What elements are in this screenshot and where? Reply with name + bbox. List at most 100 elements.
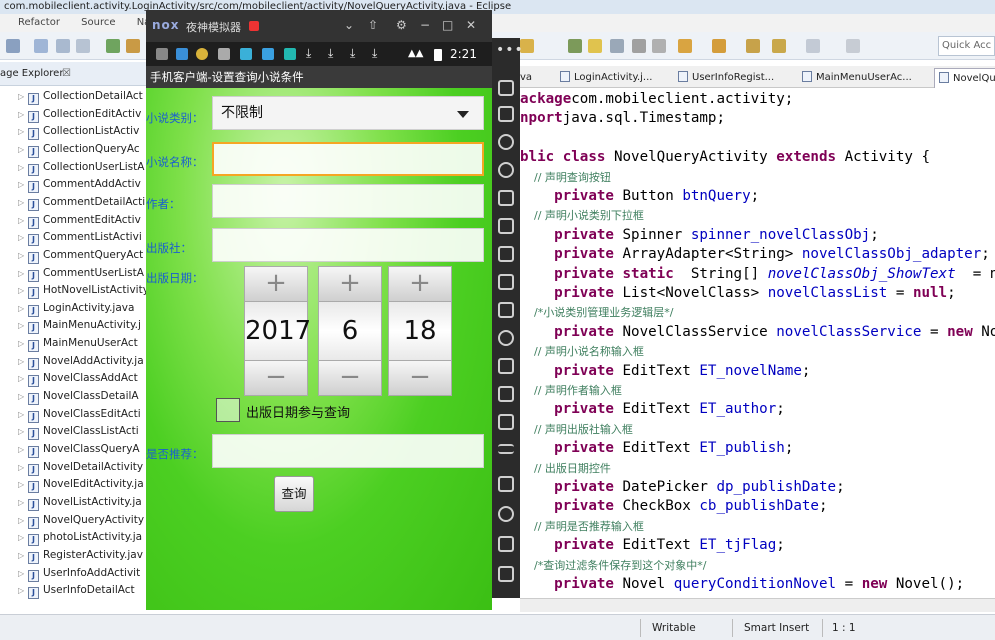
package-tree-item[interactable]: ▷ J CommentListActivi (18, 229, 142, 247)
minimize-icon[interactable]: − (420, 18, 430, 32)
quick-access-input[interactable]: Quick Acc (938, 36, 995, 56)
multi-instance-icon[interactable] (498, 414, 514, 430)
package-tree-item[interactable]: ▷ J NovelClassListActi (18, 423, 139, 441)
volume-up-icon[interactable] (498, 246, 514, 262)
next-annotation-icon[interactable] (712, 39, 726, 53)
expand-icon[interactable]: ▷ (18, 459, 28, 476)
month-picker[interactable]: + 6 − (318, 266, 382, 396)
install-apk-icon[interactable] (498, 302, 514, 318)
block-icon[interactable] (652, 39, 666, 53)
expand-icon[interactable]: ▷ (18, 476, 28, 493)
package-tree-item[interactable]: ▷ J NovelDetailActivity (18, 459, 143, 476)
day-picker[interactable]: + 18 − (388, 266, 452, 396)
editor-tab[interactable]: MainMenuUserAc... (802, 68, 912, 88)
back-icon[interactable] (772, 39, 786, 53)
month-value[interactable]: 6 (318, 302, 382, 360)
package-tree-item[interactable]: ▷ J CollectionEditActiv (18, 106, 141, 123)
screen-icon[interactable] (498, 190, 514, 206)
editor-tab-active[interactable]: NovelQu (934, 68, 995, 88)
package-tree-item[interactable]: ▷ J UserInfoDetailAct (18, 582, 135, 600)
save-all-icon[interactable] (56, 39, 70, 53)
macro-icon[interactable] (498, 358, 514, 374)
package-tree-item[interactable]: ▷ J CollectionDetailAct (18, 88, 143, 105)
expand-icon[interactable]: ▷ (18, 212, 28, 229)
expand-icon[interactable]: ▷ (18, 529, 28, 546)
more-icon[interactable]: ••• (496, 42, 524, 58)
expand-icon[interactable]: ▷ (18, 582, 28, 599)
expand-icon[interactable]: ▷ (18, 300, 28, 317)
package-tree-item[interactable]: ▷ J UserInfoAddActivit (18, 565, 140, 582)
year-increment-button[interactable]: + (244, 266, 308, 302)
run-icon[interactable] (106, 39, 120, 53)
package-tree-item[interactable]: ▷ J CommentAddActiv (18, 176, 141, 194)
expand-icon[interactable]: ▷ (18, 123, 28, 140)
scissors-icon[interactable] (498, 134, 514, 150)
author-input[interactable] (212, 184, 484, 218)
close-icon[interactable]: ✕ (466, 18, 476, 32)
new-icon[interactable] (6, 39, 20, 53)
year-value[interactable]: 2017 (244, 302, 311, 360)
annotation-icon[interactable] (678, 39, 692, 53)
expand-icon[interactable]: ▷ (18, 547, 28, 564)
package-tree-item[interactable]: ▷ J CommentDetailActi (18, 194, 145, 211)
expand-icon[interactable]: ▷ (18, 176, 28, 193)
save-icon[interactable] (34, 39, 48, 53)
expand-icon[interactable]: ▷ (18, 194, 28, 211)
package-tree-item[interactable]: ▷ J NovelClassEditActi (18, 406, 141, 423)
package-tree-item[interactable]: ▷ J LoginActivity.java (18, 300, 134, 317)
debug-icon[interactable] (126, 39, 140, 53)
expand-icon[interactable]: ▷ (18, 282, 28, 299)
controller-icon[interactable] (498, 106, 514, 122)
expand-icon[interactable]: ▷ (18, 441, 28, 458)
package-tree-item[interactable]: ▷ J CollectionListActiv (18, 123, 139, 141)
category-spinner[interactable]: 不限制 (212, 96, 484, 130)
query-button[interactable]: 查询 (274, 476, 314, 512)
package-tree-item[interactable]: ▷ J MainMenuActivity.j (18, 317, 141, 335)
expand-icon[interactable]: ▷ (18, 159, 28, 176)
expand-icon[interactable]: ▷ (18, 353, 28, 370)
expand-icon[interactable]: ▷ (18, 565, 28, 582)
year-picker[interactable]: + 2017 − (244, 266, 311, 396)
expand-icon[interactable]: ▷ (18, 229, 28, 246)
location-icon[interactable] (498, 162, 514, 178)
share-icon[interactable]: ⇧ (368, 18, 378, 32)
code-editor[interactable]: ackagecom.mobileclient.activity; nportjav… (520, 88, 995, 598)
menu-item-source[interactable]: Source (81, 14, 115, 32)
horizontal-scrollbar[interactable] (520, 598, 995, 612)
forward-icon[interactable] (806, 39, 820, 53)
package-tree-item[interactable]: ▷ J CommentUserListA (18, 265, 144, 282)
package-tree-item[interactable]: ▷ J CommentQueryAct (18, 247, 143, 264)
prev-edit-icon[interactable] (746, 39, 760, 53)
toolbox-icon[interactable] (498, 476, 514, 492)
package-tree-item[interactable]: ▷ J NovelClassDetailA (18, 388, 139, 406)
print-icon[interactable] (76, 39, 90, 53)
recent-apps-icon[interactable] (498, 566, 514, 582)
package-tree-item[interactable]: ▷ J HotNovelListActivity (18, 282, 146, 300)
expand-icon[interactable]: ▷ (18, 388, 28, 405)
package-tree-item[interactable]: ▷ J NovelEditActivity.ja (18, 476, 144, 494)
expand-icon[interactable]: ▷ (18, 512, 28, 529)
package-tree-item[interactable]: ▷ J CollectionQueryAc (18, 141, 140, 158)
year-decrement-button[interactable]: − (244, 360, 308, 396)
package-tree-item[interactable]: ▷ JphotoListActivity.ja (18, 529, 142, 547)
highlight-icon[interactable] (588, 39, 602, 53)
expand-icon[interactable]: ▷ (18, 88, 28, 105)
back-icon[interactable] (498, 506, 514, 522)
package-tree-item[interactable]: ▷ J MainMenuUserAct (18, 335, 138, 353)
expand-icon[interactable]: ▷ (18, 423, 28, 440)
format-icon[interactable] (610, 39, 624, 53)
package-tree-item[interactable]: ▷ J NovelClassQueryA (18, 441, 140, 458)
package-tree-item[interactable]: ▷ J NovelQueryActivity (18, 512, 144, 529)
expand-icon[interactable]: ▷ (18, 406, 28, 423)
expand-icon[interactable]: ▷ (18, 494, 28, 511)
editor-tab[interactable]: UserInfoRegist... (678, 68, 774, 88)
package-tree-item[interactable]: ▷ J NovelClassAddAct (18, 370, 138, 388)
package-tree-item[interactable]: ▷ J NovelAddActivity.ja (18, 353, 144, 370)
day-decrement-button[interactable]: − (388, 360, 452, 396)
expand-icon[interactable]: ▷ (18, 335, 28, 352)
keyboard-icon[interactable] (498, 80, 514, 96)
expand-icon[interactable]: ▷ (18, 247, 28, 264)
chevron-down-icon[interactable]: ⌄ (344, 18, 354, 32)
month-decrement-button[interactable]: − (318, 360, 382, 396)
loading-icon[interactable] (498, 330, 514, 346)
